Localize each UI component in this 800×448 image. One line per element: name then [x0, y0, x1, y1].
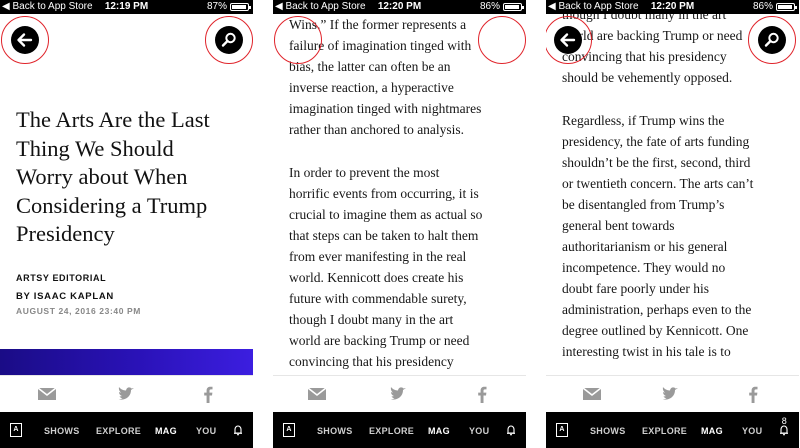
- screen-article-body-1: Wins.” If the former represents a failur…: [273, 0, 526, 448]
- twitter-icon: [118, 387, 134, 400]
- nav-explore[interactable]: EXPLORE: [642, 426, 687, 436]
- share-email-button[interactable]: [307, 385, 327, 408]
- highlight-ring: [478, 16, 526, 64]
- artsy-logo-icon[interactable]: A: [556, 423, 568, 437]
- highlight-ring: [205, 16, 253, 64]
- body-line: though I doubt many in the art: [289, 312, 454, 327]
- bottom-nav: A SHOWS EXPLORE MAG YOU: [0, 412, 253, 448]
- artsy-logo-icon[interactable]: A: [283, 423, 295, 437]
- body-line: world are backing Trump or need: [289, 333, 470, 348]
- status-bar: ◀ Back to App Store 12:20 PM 86%: [273, 0, 526, 14]
- share-twitter-button[interactable]: [660, 385, 680, 408]
- bell-icon[interactable]: [233, 424, 243, 438]
- nav-you[interactable]: YOU: [742, 426, 762, 436]
- battery-percent: 86%: [752, 1, 773, 12]
- nav-mag[interactable]: MAG: [428, 426, 450, 436]
- highlight-ring: [1, 16, 49, 64]
- share-bar: [273, 375, 526, 412]
- facebook-icon: [749, 386, 758, 403]
- share-facebook-button[interactable]: [475, 385, 489, 408]
- body-line: crucial to imagine them as actual so: [289, 207, 483, 222]
- screen-article-body-2: though I doubt many in the art world are…: [546, 0, 799, 448]
- body-line: doubt fare poorly under his: [562, 281, 709, 296]
- body-line: administration, perhaps even to the: [562, 302, 752, 317]
- mail-icon: [582, 387, 602, 400]
- article-title: The Arts Are the Last Thing We Should Wo…: [16, 106, 246, 249]
- hero-image: [0, 349, 253, 375]
- screen-article-header: ◀ Back to App Store 12:19 PM 87% The Art…: [0, 0, 253, 448]
- nav-shows[interactable]: SHOWS: [317, 426, 353, 436]
- body-line: inverse reaction, a hyperactive: [289, 80, 454, 95]
- body-line: general bent towards: [562, 218, 675, 233]
- body-line: from ever manifesting in the real: [289, 249, 467, 264]
- body-line: shouldn’t be the first, second, third: [562, 155, 751, 170]
- mail-icon: [307, 387, 327, 400]
- status-bar: ◀ Back to App Store 12:20 PM 86%: [546, 0, 799, 14]
- title-line: Presidency: [16, 221, 115, 246]
- highlight-ring: [748, 16, 796, 64]
- title-line: The Arts Are the Last: [16, 107, 210, 132]
- nav-mag[interactable]: MAG: [701, 426, 723, 436]
- body-line: imagination tinged with nightmares: [289, 101, 482, 116]
- body-line: convincing that his presidency: [289, 354, 454, 369]
- share-facebook-button[interactable]: [746, 385, 760, 408]
- article-body: Wins.” If the former represents a failur…: [289, 14, 519, 372]
- bottom-nav: A SHOWS EXPLORE MAG YOU: [273, 412, 526, 448]
- bell-icon[interactable]: [779, 424, 789, 438]
- article-byline: BY ISAAC KAPLAN: [16, 291, 114, 302]
- highlight-ring: [274, 16, 322, 64]
- body-line: presidency, the fate of arts funding: [562, 134, 750, 149]
- body-line: world. Kennicott does create his: [289, 270, 464, 285]
- body-line: bias, the latter can often be an: [289, 59, 451, 74]
- bell-icon[interactable]: [506, 424, 516, 438]
- body-line: incompetence. They would no: [562, 260, 726, 275]
- body-line: rather than anchored to analysis.: [289, 122, 465, 137]
- share-facebook-button[interactable]: [201, 385, 215, 408]
- body-line: degree outlined by Kennicott. One: [562, 323, 749, 338]
- twitter-icon: [390, 387, 406, 400]
- nav-you[interactable]: YOU: [469, 426, 489, 436]
- battery-percent: 87%: [206, 1, 227, 12]
- nav-you[interactable]: YOU: [196, 426, 216, 436]
- nav-shows[interactable]: SHOWS: [590, 426, 626, 436]
- share-bar: [0, 375, 253, 412]
- facebook-icon: [204, 386, 213, 403]
- share-twitter-button[interactable]: [388, 385, 408, 408]
- share-email-button[interactable]: [582, 385, 602, 408]
- body-line: In order to prevent the most: [289, 165, 440, 180]
- body-line: authoritarianism or his general: [562, 239, 728, 254]
- twitter-icon: [662, 387, 678, 400]
- facebook-icon: [478, 386, 487, 403]
- title-line: Considering a Trump: [16, 192, 208, 218]
- share-bar: [546, 375, 799, 412]
- body-line: should be vehemently opposed.: [562, 70, 733, 85]
- battery-percent: 86%: [479, 1, 500, 12]
- body-line: or twentieth concern. The arts can’t: [562, 176, 754, 191]
- body-line: that steps can be taken to halt them: [289, 228, 479, 243]
- body-line: be disentangled from Trump’s: [562, 197, 725, 212]
- battery-icon: [776, 3, 797, 11]
- battery-icon: [230, 3, 251, 11]
- nav-mag[interactable]: MAG: [155, 426, 177, 436]
- body-line: interesting twist in his tale is to: [562, 344, 731, 359]
- share-email-button[interactable]: [37, 385, 57, 408]
- nav-explore[interactable]: EXPLORE: [96, 426, 141, 436]
- mail-icon: [37, 387, 57, 400]
- status-bar: ◀ Back to App Store 12:19 PM 87%: [0, 0, 253, 14]
- title-line: Thing We Should: [16, 135, 174, 161]
- artsy-logo-icon[interactable]: A: [10, 423, 22, 437]
- highlight-ring: [546, 16, 592, 64]
- title-line: Worry about When: [16, 164, 188, 189]
- body-line: Regardless, if Trump wins the: [562, 113, 725, 128]
- battery-icon: [503, 3, 524, 11]
- body-line: future with commendable surety,: [289, 291, 467, 306]
- article-date: AUGUST 24, 2016 23:40 PM: [16, 306, 141, 316]
- nav-shows[interactable]: SHOWS: [44, 426, 80, 436]
- body-line: horrific events from occurring, it is: [289, 186, 479, 201]
- article-kicker: ARTSY EDITORIAL: [16, 273, 107, 283]
- bottom-nav: A SHOWS EXPLORE MAG YOU 8: [546, 412, 799, 448]
- nav-explore[interactable]: EXPLORE: [369, 426, 414, 436]
- share-twitter-button[interactable]: [116, 385, 136, 408]
